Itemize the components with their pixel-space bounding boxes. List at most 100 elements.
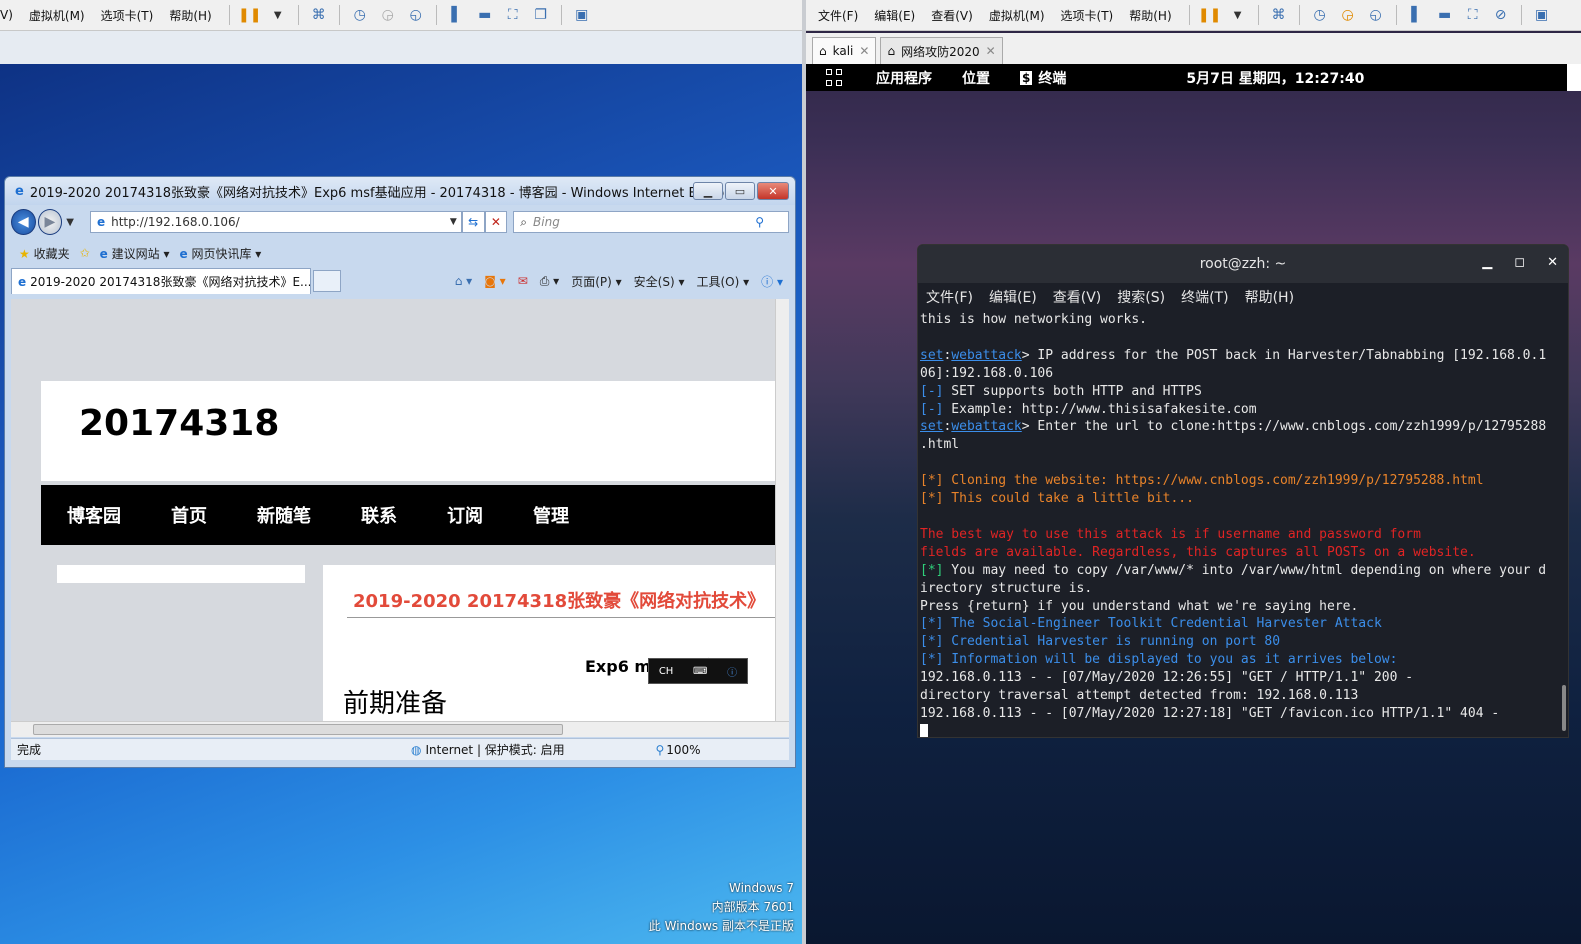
snapshot-icon[interactable]: ◷	[1309, 5, 1331, 25]
add-favorite-icon[interactable]: ✩	[80, 246, 90, 260]
nav-home[interactable]: 首页	[171, 502, 207, 528]
nav-contact[interactable]: 联系	[361, 502, 397, 528]
pause-icon[interactable]: ❚❚	[238, 5, 261, 25]
console-icon[interactable]: ▬	[474, 5, 496, 25]
keyboard-icon[interactable]: ⌨	[693, 666, 707, 677]
menu-tabs[interactable]: 选项卡(T)	[1053, 7, 1122, 24]
right-vm-menubar: 文件(F) 编辑(E) 查看(V) 虚拟机(M) 选项卡(T) 帮助(H) ❚❚…	[806, 0, 1581, 31]
snapshot-manager-icon[interactable]: ◵	[405, 5, 427, 25]
forward-button[interactable]: ▶	[37, 209, 63, 235]
dropdown-icon[interactable]: ▼	[1227, 5, 1249, 25]
menu-vm[interactable]: 虚拟机(M)	[981, 7, 1053, 24]
ime-bar[interactable]: CH ⌨ ⓘ	[648, 658, 748, 684]
unity-icon[interactable]: ⊘	[1490, 5, 1512, 25]
close-button[interactable]: ✕	[757, 182, 789, 200]
minimize-button[interactable]: ▁	[693, 182, 723, 200]
fullscreen-icon[interactable]: ⛶	[502, 5, 524, 25]
maximize-icon[interactable]: ◻	[1514, 255, 1525, 270]
prompt-set: set	[920, 419, 944, 435]
sidebar-icon[interactable]: ▌	[446, 5, 468, 25]
send-keys-icon[interactable]: ⌘	[1268, 5, 1290, 25]
term-menu-view[interactable]: 查看(V)	[1053, 287, 1102, 307]
favorites-button[interactable]: ★ 收藏夹	[19, 245, 70, 262]
vertical-scrollbar[interactable]	[775, 299, 789, 721]
snapshot-icon[interactable]: ◷	[349, 5, 371, 25]
nav-subscribe[interactable]: 订阅	[447, 502, 483, 528]
applications-menu[interactable]: 应用程序	[876, 68, 932, 88]
page-menu[interactable]: 页面(P) ▾	[571, 273, 621, 290]
back-button[interactable]: ◀	[11, 209, 36, 235]
post-title[interactable]: 2019-2020 20174318张致豪《网络对抗技术》	[353, 587, 765, 613]
close-tab-icon[interactable]: ✕	[986, 44, 996, 58]
pause-icon[interactable]: ❚❚	[1198, 5, 1221, 25]
tools-menu[interactable]: 工具(O) ▾	[697, 273, 750, 290]
menu-vm[interactable]: 虚拟机(M)	[21, 7, 93, 24]
term-menu-help[interactable]: 帮助(H)	[1245, 287, 1294, 307]
nav-cnblogs[interactable]: 博客园	[67, 502, 121, 528]
nav-new-post[interactable]: 新随笔	[257, 502, 311, 528]
print-icon[interactable]: ⎙ ▾	[540, 274, 559, 289]
refresh-icon[interactable]: ⇆	[461, 211, 485, 233]
vm-tab-lab[interactable]: ⌂ 网络攻防2020 ✕	[880, 37, 1003, 64]
scroll-thumb[interactable]	[33, 724, 563, 735]
ie-page-icon: e	[179, 246, 188, 261]
sidebar-icon[interactable]: ▌	[1406, 5, 1428, 25]
help-icon[interactable]: ⓘ ▾	[761, 273, 783, 290]
new-tab-button[interactable]	[313, 270, 341, 292]
menu-tabs[interactable]: 选项卡(T)	[93, 7, 162, 24]
ie-tab-active[interactable]: e 2019-2020 20174318张致豪《网络对抗技术》E...	[11, 268, 311, 294]
ime-language[interactable]: CH	[659, 666, 674, 677]
snapshot-manager-icon[interactable]: ◵	[1365, 5, 1387, 25]
toolbar-separator	[1298, 5, 1300, 25]
minimize-icon[interactable]: ▁	[1482, 255, 1492, 270]
security-zone[interactable]: Internet | 保护模式: 启用	[425, 741, 635, 758]
horizontal-scrollbar[interactable]	[11, 721, 789, 737]
terminal-app-menu[interactable]: 终端	[1038, 68, 1066, 88]
revert-snapshot-icon[interactable]: ◶	[377, 5, 399, 25]
nav-dropdown-icon[interactable]: ▼	[66, 217, 74, 228]
mail-icon[interactable]: ✉	[518, 274, 528, 288]
address-bar[interactable]: e http://192.168.0.106/ ▼	[89, 211, 462, 233]
menu-file[interactable]: 文件(F)	[810, 7, 866, 24]
places-menu[interactable]: 位置	[962, 68, 990, 88]
menu-help[interactable]: 帮助(H)	[1121, 7, 1179, 24]
dropdown-icon[interactable]: ▼	[267, 5, 289, 25]
clock[interactable]: 5月7日 星期四，12:27:40	[1186, 68, 1364, 88]
term-menu-search[interactable]: 搜索(S)	[1117, 287, 1165, 307]
maximize-button[interactable]: ▭	[725, 182, 755, 200]
terminal-scrollbar[interactable]	[1562, 685, 1566, 731]
home-icon[interactable]: ⌂ ▾	[455, 274, 472, 288]
menu-help[interactable]: 帮助(H)	[161, 7, 219, 24]
close-icon[interactable]: ✕	[1547, 255, 1558, 270]
address-dropdown-icon[interactable]: ▼	[450, 217, 457, 227]
view-icon[interactable]: ▣	[1531, 5, 1553, 25]
menu-view[interactable]: V)	[0, 8, 21, 22]
unity-icon[interactable]: ❐	[530, 5, 552, 25]
nav-manage[interactable]: 管理	[533, 502, 569, 528]
feeds-icon[interactable]: ◙ ▾	[484, 274, 505, 288]
zoom-level[interactable]: 100%	[666, 743, 700, 757]
term-menu-file[interactable]: 文件(F)	[926, 287, 973, 307]
close-tab-icon[interactable]: ✕	[859, 44, 869, 58]
search-input[interactable]: ⌕ Bing ⚲	[513, 211, 789, 233]
send-keys-icon[interactable]: ⌘	[308, 5, 330, 25]
menu-view[interactable]: 查看(V)	[923, 7, 981, 24]
menu-edit[interactable]: 编辑(E)	[866, 7, 923, 24]
terminal-output[interactable]: this is how networking works. set:webatt…	[918, 311, 1568, 737]
view-icon[interactable]: ▣	[571, 5, 593, 25]
ime-help-icon[interactable]: ⓘ	[727, 664, 737, 679]
suggested-sites-link[interactable]: e 建议网站 ▾	[100, 245, 170, 262]
safety-menu[interactable]: 安全(S) ▾	[634, 273, 685, 290]
console-icon[interactable]: ▬	[1434, 5, 1456, 25]
vm-tab-kali[interactable]: ⌂ kali ✕	[812, 37, 877, 64]
term-menu-edit[interactable]: 编辑(E)	[989, 287, 1037, 307]
revert-snapshot-icon[interactable]: ◶	[1337, 5, 1359, 25]
search-icon[interactable]: ⚲	[755, 215, 764, 229]
fullscreen-icon[interactable]: ⛶	[1462, 5, 1484, 25]
term-menu-terminal[interactable]: 终端(T)	[1181, 287, 1228, 307]
stop-icon[interactable]: ✕	[484, 211, 508, 233]
blog-title[interactable]: 20174318	[79, 403, 279, 444]
app-grid-icon[interactable]	[826, 68, 844, 87]
web-slice-link[interactable]: e 网页快讯库 ▾	[179, 245, 261, 262]
